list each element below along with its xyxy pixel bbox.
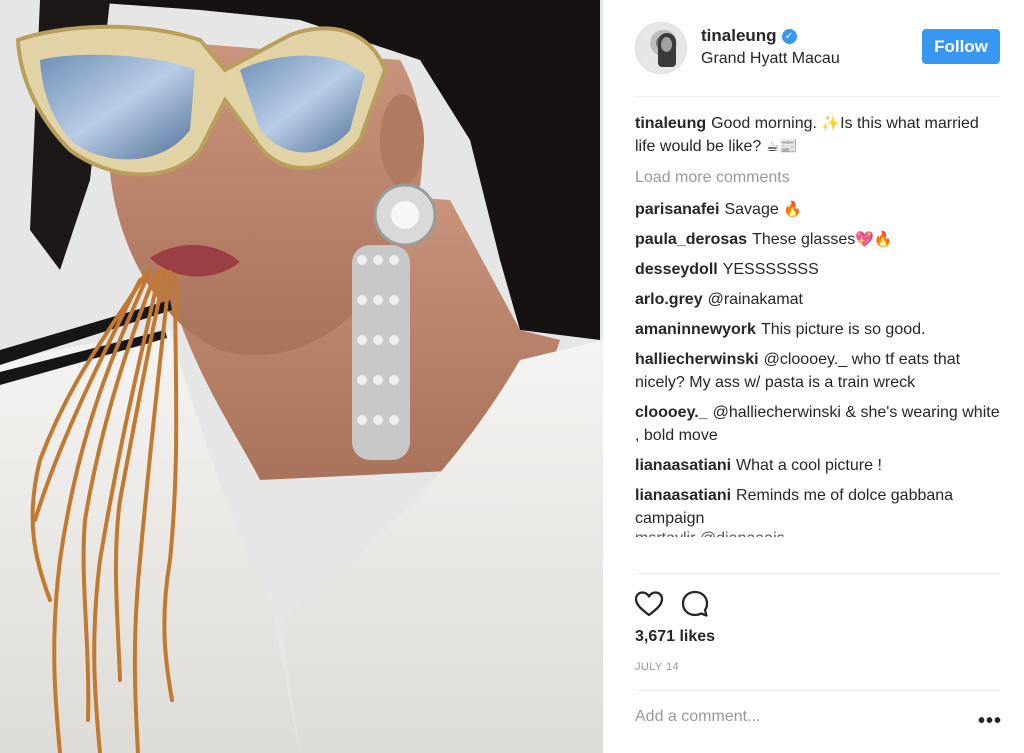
- list-item: amaninnewyork This picture is so good.: [635, 318, 1000, 341]
- add-comment-input[interactable]: [635, 708, 975, 726]
- comment-mention-link[interactable]: @rainakamat: [708, 291, 803, 308]
- avatar[interactable]: [635, 22, 687, 74]
- list-item: lianaasatiani What a cool picture !: [635, 454, 1000, 477]
- location-link[interactable]: Grand Hyatt Macau: [701, 50, 840, 68]
- coffee-newspaper-emoji: ☕📰: [765, 137, 798, 155]
- username-link[interactable]: tinaleung: [701, 26, 777, 46]
- comment-username[interactable]: halliecherwinski: [635, 351, 759, 368]
- load-more-comments-link[interactable]: Load more comments: [635, 166, 1000, 189]
- post-sidebar: tinaleung ✓ Grand Hyatt Macau Follow tin…: [603, 0, 1024, 753]
- avatar-face: [661, 37, 672, 52]
- header-divider: [635, 96, 1000, 97]
- action-bar: [633, 588, 711, 620]
- comment-username[interactable]: cloooey._: [635, 404, 708, 421]
- comment-emoji: 🔥: [783, 200, 802, 218]
- comment-text: YESSSSSSS: [722, 261, 819, 278]
- comment-emoji: 💖🔥: [855, 230, 893, 248]
- comments-list[interactable]: tinaleung Good morning. ✨Is this what mar…: [635, 112, 1000, 572]
- comment-username[interactable]: arlo.grey: [635, 291, 703, 308]
- comment-text: Savage: [724, 201, 784, 218]
- comment-username[interactable]: lianaasatiani: [635, 487, 731, 504]
- likes-count[interactable]: 3,671 likes: [635, 628, 715, 646]
- sparkles-emoji: ✨: [821, 114, 841, 132]
- comments-divider: [635, 573, 1000, 574]
- list-item: parisanafei Savage 🔥: [635, 198, 1000, 221]
- caption-text-1: Good morning.: [711, 115, 822, 132]
- post-photo-illustration: [0, 0, 603, 753]
- comment-text: This picture is so good.: [760, 321, 926, 338]
- verified-badge-icon: ✓: [781, 28, 797, 44]
- caption-username[interactable]: tinaleung: [635, 115, 706, 132]
- username-row: tinaleung ✓: [701, 26, 797, 46]
- comment-username[interactable]: paula_derosas: [635, 231, 747, 248]
- comment-username[interactable]: lianaasatiani: [635, 457, 731, 474]
- earring-tassel: [352, 245, 410, 460]
- list-item: cloooey._ @halliecherwinski & she's weari…: [635, 401, 1000, 447]
- list-item: paula_derosas These glasses💖🔥: [635, 228, 1000, 251]
- list-item: lianaasatiani Reminds me of dolce gabbana…: [635, 484, 1000, 530]
- comment-text: These glasses: [752, 231, 856, 248]
- comment-text: What a cool picture !: [736, 457, 882, 474]
- list-item: arlo.grey @rainakamat: [635, 288, 1000, 311]
- comment-username[interactable]: desseydoll: [635, 261, 718, 278]
- list-item: halliecherwinski @cloooey._ who tf eats t…: [635, 348, 1000, 394]
- post-header: tinaleung ✓ Grand Hyatt Macau Follow: [635, 22, 1000, 74]
- comment-username[interactable]: amaninnewyork: [635, 321, 756, 338]
- caption: tinaleung Good morning. ✨Is this what mar…: [635, 112, 1000, 158]
- follow-button[interactable]: Follow: [922, 29, 1000, 64]
- comment-username[interactable]: parisanafei: [635, 201, 719, 218]
- post-date[interactable]: JULY 14: [635, 661, 679, 673]
- footer-divider: [635, 690, 1000, 691]
- list-item: desseydoll YESSSSSSS: [635, 258, 1000, 281]
- partial-comment: msrtaylir @dianaaais: [635, 527, 1000, 537]
- speech-bubble-icon[interactable]: [679, 588, 711, 620]
- ellipsis-icon[interactable]: •••: [978, 710, 1002, 733]
- post-photo[interactable]: [0, 0, 603, 753]
- heart-outline-icon[interactable]: [633, 588, 665, 620]
